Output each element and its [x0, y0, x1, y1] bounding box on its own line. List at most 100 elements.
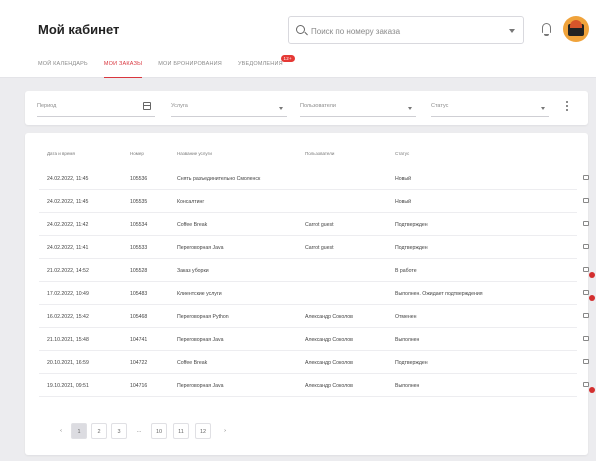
cell-number: 104722: [130, 360, 148, 366]
cell-number: 105528: [130, 268, 148, 274]
search-box[interactable]: [288, 16, 524, 44]
cell-datetime: 19.10.2021, 09:51: [47, 383, 89, 389]
table-row[interactable]: 24.02.2022, 11:41 105533 Переговорная Java…: [39, 236, 589, 259]
cell-datetime: 24.02.2022, 11:41: [47, 245, 89, 251]
comment-icon[interactable]: [583, 267, 595, 278]
column-header-status: Статус: [395, 151, 410, 156]
page-2[interactable]: 2: [91, 423, 107, 439]
cell-service: Снять разъединительно Смоленск: [177, 176, 261, 182]
cell-user: Александр Соколов: [305, 314, 353, 320]
orders-table: Дата и время Номер Название услуги Польз…: [25, 133, 595, 455]
tab-orders[interactable]: Мои заказы: [103, 58, 143, 78]
bell-icon[interactable]: [542, 23, 551, 36]
comment-icon[interactable]: [583, 198, 589, 203]
cell-user: Carrot guest: [305, 222, 334, 228]
page-title: Мой кабинет: [38, 22, 120, 37]
cell-number: 104741: [130, 337, 148, 343]
pagination-prev[interactable]: ‹: [53, 423, 69, 439]
chevron-down-icon: [408, 107, 412, 110]
search-input[interactable]: [311, 23, 491, 39]
status-filter[interactable]: Статус: [431, 100, 549, 117]
tab-label: Мои заказы: [103, 61, 143, 67]
calendar-icon[interactable]: [143, 102, 151, 110]
page-1[interactable]: 1: [71, 423, 87, 439]
cell-number: 105483: [130, 291, 148, 297]
cell-service: Клиентские услуги: [177, 291, 222, 297]
cell-status: Новый: [395, 199, 412, 205]
period-filter[interactable]: Период: [37, 100, 155, 117]
cell-number: 105468: [130, 314, 148, 320]
comment-icon[interactable]: [583, 290, 595, 301]
period-label: Период: [37, 103, 57, 109]
tab-bookings[interactable]: Мои бронирования: [158, 58, 222, 78]
cell-datetime: 24.02.2022, 11:42: [47, 222, 89, 228]
page-10[interactable]: 10: [151, 423, 167, 439]
table-row[interactable]: 21.02.2022, 14:52 105528 Заказ уборки В раб…: [39, 259, 595, 282]
more-options-icon[interactable]: [566, 101, 569, 115]
chevron-down-icon: [279, 107, 283, 110]
notification-badge: 12+: [280, 55, 295, 62]
cell-number: 105533: [130, 245, 148, 251]
cell-datetime: 20.10.2021, 16:59: [47, 360, 89, 366]
cell-status: Подтвержден: [395, 222, 428, 228]
table-row[interactable]: 24.02.2022, 11:45 105536 Снять разъедините…: [39, 167, 589, 190]
cell-service: Заказ уборки: [177, 268, 209, 274]
cell-status: Отменен: [395, 314, 417, 320]
service-filter[interactable]: Услуга: [171, 100, 287, 117]
cell-datetime: 24.02.2022, 11:45: [47, 176, 89, 182]
table-row[interactable]: 21.10.2021, 15:48 104741 Переговорная Java…: [39, 328, 589, 351]
cell-service: Консалтинг: [177, 199, 205, 205]
unread-indicator: [589, 272, 595, 278]
tab-notifications[interactable]: Уведомления 12+: [238, 55, 295, 78]
tab-label: Мой календарь: [38, 61, 88, 67]
table-header: Дата и время Номер Название услуги Польз…: [25, 151, 588, 165]
user-filter[interactable]: Пользователи: [300, 100, 416, 117]
cell-service: Переговорная Java: [177, 383, 224, 389]
avatar[interactable]: [563, 16, 589, 42]
search-icon: [296, 25, 305, 34]
page-12[interactable]: 12: [195, 423, 211, 439]
comment-icon[interactable]: [583, 382, 595, 393]
table-row[interactable]: 17.02.2022, 10:49 105483 Клиентские услуги…: [39, 282, 595, 305]
cell-status: Подтвержден: [395, 360, 428, 366]
cell-number: 105536: [130, 176, 148, 182]
service-label: Услуга: [171, 103, 188, 109]
cell-user: Александр Соколов: [305, 360, 353, 366]
page: Мой кабинет Мой календарь Мои заказы Мои…: [0, 0, 596, 461]
page-11[interactable]: 11: [173, 423, 189, 439]
cell-datetime: 21.10.2021, 15:48: [47, 337, 89, 343]
comment-icon[interactable]: [583, 244, 589, 249]
comment-icon[interactable]: [583, 221, 589, 226]
comment-icon[interactable]: [583, 175, 589, 180]
cell-number: 105534: [130, 222, 148, 228]
cell-service: Переговорная Java: [177, 337, 224, 343]
column-header-user: Пользователи: [305, 151, 335, 156]
table-row[interactable]: 16.02.2022, 15:42 105468 Переговорная Pyth…: [39, 305, 589, 328]
cell-user: Александр Соколов: [305, 337, 353, 343]
page-3[interactable]: 3: [111, 423, 127, 439]
unread-indicator: [589, 387, 595, 393]
cell-service: Переговорная Java: [177, 245, 224, 251]
pagination-next[interactable]: ›: [217, 423, 233, 439]
table-row[interactable]: 24.02.2022, 11:42 105534 Coffee Break Carro…: [39, 213, 589, 236]
chevron-down-icon: [541, 107, 545, 110]
column-header-datetime: Дата и время: [47, 151, 75, 156]
tabs: Мой календарь Мои заказы Мои бронировани…: [38, 55, 299, 78]
table-row[interactable]: 19.10.2021, 09:51 104716 Переговорная Java…: [39, 374, 595, 397]
cell-status: Выполнен: [395, 383, 420, 389]
cell-datetime: 16.02.2022, 15:42: [47, 314, 89, 320]
tab-calendar[interactable]: Мой календарь: [38, 58, 88, 78]
table-row[interactable]: 20.10.2021, 16:59 104722 Coffee Break Алекс…: [39, 351, 589, 374]
comment-icon[interactable]: [583, 336, 589, 341]
cell-status: Выполнен: [395, 337, 420, 343]
cell-status: Подтвержден: [395, 245, 428, 251]
comment-icon[interactable]: [583, 313, 589, 318]
chevron-down-icon[interactable]: [509, 29, 515, 33]
cell-datetime: 21.02.2022, 14:52: [47, 268, 89, 274]
page-ellipsis: ...: [136, 428, 142, 434]
cell-service: Coffee Break: [177, 222, 208, 228]
filter-bar: Период Услуга Пользователи Статус: [25, 91, 588, 125]
table-row[interactable]: 24.02.2022, 11:45 105535 Консалтинг Новый: [39, 190, 589, 213]
comment-icon[interactable]: [583, 359, 589, 364]
status-label: Статус: [431, 103, 449, 109]
